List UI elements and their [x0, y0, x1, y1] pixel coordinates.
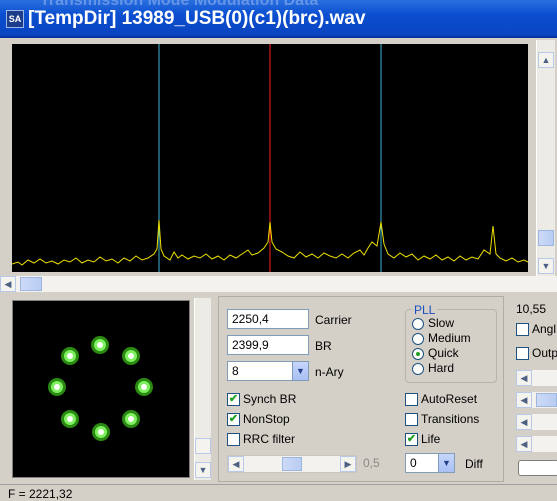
autoreset-checkbox[interactable] — [405, 393, 418, 406]
rrc-filter-label: RRC filter — [243, 432, 296, 446]
right-slider-3[interactable]: ◀ — [516, 414, 557, 430]
pll-option-label: Medium — [428, 331, 471, 345]
br-field[interactable] — [227, 335, 309, 355]
scroll-up-arrow-icon[interactable]: ▲ — [538, 52, 554, 68]
slider-thumb[interactable] — [282, 457, 302, 471]
scroll-right-arrow-icon[interactable]: ▶ — [340, 456, 356, 472]
slider-thumb[interactable] — [536, 393, 557, 407]
chevron-down-icon[interactable]: ▼ — [438, 454, 454, 472]
pll-option-label: Quick — [428, 346, 459, 360]
scroll-thumb-small[interactable] — [195, 438, 211, 454]
nary-label: n-Ary — [315, 365, 344, 379]
carrier-field[interactable] — [227, 309, 309, 329]
spectrum-vscrollbar[interactable]: ▲ ▼ — [536, 40, 555, 276]
pll-radio-hard[interactable] — [412, 363, 424, 375]
chevron-down-icon[interactable]: ▼ — [292, 362, 308, 380]
pll-group: PLL Slow Medium Quick Hard — [405, 303, 497, 383]
right-slider-4[interactable]: ◀ — [516, 436, 557, 452]
scroll-left-arrow-icon[interactable]: ◀ — [516, 436, 532, 452]
autoreset-label: AutoReset — [421, 392, 478, 406]
spectrum-hscrollbar[interactable]: ◀ — [0, 276, 557, 292]
synch-br-checkbox[interactable]: ✔ — [227, 393, 240, 406]
angle-label: Angl — [532, 322, 557, 336]
level-readout: 10,55 — [516, 302, 547, 316]
diff-label: Diff — [465, 457, 483, 471]
diff-value: 0 — [410, 456, 417, 470]
right-slider-2[interactable]: ◀ — [516, 392, 557, 408]
rrc-filter-checkbox[interactable] — [227, 433, 240, 446]
nonstop-checkbox[interactable]: ✔ — [227, 413, 240, 426]
scroll-left-arrow-icon[interactable]: ◀ — [0, 276, 16, 292]
constellation-points — [48, 336, 153, 441]
synch-br-label: Synch BR — [243, 392, 297, 406]
pll-radio-quick[interactable] — [412, 348, 424, 360]
angle-checkbox[interactable] — [516, 323, 529, 336]
nary-select[interactable]: 8 ▼ — [227, 361, 309, 381]
scroll-down-arrow-icon[interactable]: ▼ — [195, 462, 211, 478]
nary-value: 8 — [232, 364, 239, 378]
nonstop-label: NonStop — [243, 412, 290, 426]
pll-radio-slow[interactable] — [412, 318, 424, 330]
life-label: Life — [421, 432, 441, 446]
scroll-left-arrow-icon[interactable]: ◀ — [516, 414, 532, 430]
pll-option-label: Hard — [428, 361, 455, 375]
progress-bar — [518, 460, 557, 476]
window-title: [TempDir] 13989_USB(0)(c1)(brc).wav — [28, 8, 366, 29]
output-checkbox[interactable] — [516, 347, 529, 360]
carrier-label: Carrier — [315, 313, 352, 327]
diff-select[interactable]: 0 ▼ — [405, 453, 455, 473]
status-bar: F = 2221,32 — [0, 484, 557, 501]
output-label: Outp — [532, 346, 557, 360]
pll-title: PLL — [412, 303, 438, 317]
hscroll-thumb[interactable] — [20, 277, 42, 291]
constellation-display — [12, 300, 190, 478]
br-label: BR — [315, 339, 332, 353]
title-bar: Transmission Mode Modulation Data SA [Te… — [0, 0, 557, 38]
right-slider-1[interactable]: ◀ — [516, 370, 557, 386]
demod-controls: Carrier BR 8 ▼ n-Ary PLL SlowMediumQuick… — [218, 296, 504, 482]
rolloff-value: 0,5 — [363, 456, 380, 470]
app-icon[interactable]: SA — [6, 10, 24, 28]
spectrum-panel: ▲ ▼ ◀ — [0, 38, 557, 292]
scroll-left-arrow-icon[interactable]: ◀ — [516, 392, 532, 408]
scroll-left-arrow-icon[interactable]: ◀ — [228, 456, 244, 472]
pll-option-label: Slow — [428, 316, 455, 330]
scroll-thumb[interactable] — [538, 230, 554, 246]
transitions-checkbox[interactable] — [405, 413, 418, 426]
scroll-left-arrow-icon[interactable]: ◀ — [516, 370, 532, 386]
pll-radio-medium[interactable] — [412, 333, 424, 345]
transitions-label: Transitions — [421, 412, 480, 426]
life-checkbox[interactable]: ✔ — [405, 433, 418, 446]
rolloff-slider[interactable]: ◀ ▶ — [227, 455, 357, 473]
constellation-scrollbar[interactable]: ▼ — [194, 298, 211, 480]
spectrum-display[interactable] — [12, 44, 528, 272]
scroll-down-arrow-icon[interactable]: ▼ — [538, 258, 554, 274]
